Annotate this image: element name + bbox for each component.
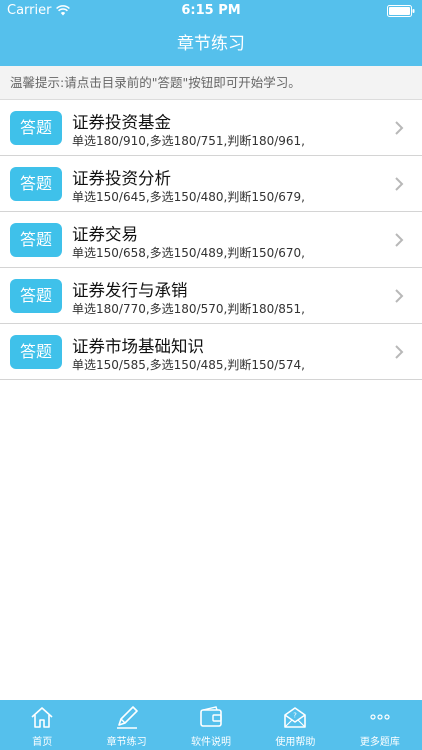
chapter-row[interactable]: 答题 证券交易 单选150/658,多选150/489,判断150/670, — [0, 212, 422, 268]
tab-label: 软件说明 — [191, 737, 232, 748]
svg-text:?: ? — [294, 712, 298, 720]
top-bar: Carrier 6:15 PM 章节练习 — [0, 0, 422, 66]
app-screen: Carrier 6:15 PM 章节练习 温馨提示:请点击目录前的"答题"按钮即… — [0, 0, 422, 750]
tab-chapter-practice[interactable]: 章节练习 — [84, 700, 168, 750]
page-title: 章节练习 — [177, 34, 245, 54]
chapter-row[interactable]: 答题 证券市场基础知识 单选150/585,多选150/485,判断150/57… — [0, 324, 422, 380]
chapter-list: 答题 证券投资基金 单选180/910,多选180/751,判断180/961,… — [0, 100, 422, 380]
pencil-icon — [116, 706, 138, 729]
status-time: 6:15 PM — [181, 3, 241, 18]
answer-button[interactable]: 答题 — [10, 111, 62, 145]
battery-icon — [387, 5, 415, 17]
chapter-title: 证券投资基金 — [72, 113, 171, 132]
chapter-row[interactable]: 答题 证券投资分析 单选150/645,多选150/480,判断150/679, — [0, 156, 422, 212]
status-bar: Carrier 6:15 PM — [0, 0, 422, 22]
help-envelope-icon: ? — [284, 707, 307, 728]
chapter-title: 证券交易 — [72, 225, 138, 244]
tab-label: 使用帮助 — [275, 737, 316, 748]
hint-text: 温馨提示:请点击目录前的"答题"按钮即可开始学习。 — [0, 66, 422, 100]
wallet-icon — [200, 706, 222, 727]
tab-help[interactable]: ? 使用帮助 — [253, 700, 337, 750]
chapter-title: 证券投资分析 — [72, 169, 171, 188]
chapter-title: 证券发行与承销 — [72, 281, 188, 300]
chevron-right-icon — [395, 177, 404, 191]
tab-label: 更多题库 — [359, 737, 400, 748]
chapter-summary: 单选180/910,多选180/751,判断180/961, — [72, 134, 305, 148]
chapter-summary: 单选150/658,多选150/489,判断150/670, — [72, 246, 305, 260]
answer-button[interactable]: 答题 — [10, 223, 62, 257]
tab-home[interactable]: 首页 — [0, 700, 84, 750]
chapter-row[interactable]: 答题 证券发行与承销 单选180/770,多选180/570,判断180/851… — [0, 268, 422, 324]
chapter-title: 证券市场基础知识 — [72, 337, 204, 356]
tab-more-banks[interactable]: 更多题库 — [338, 700, 422, 750]
chapter-summary: 单选180/770,多选180/570,判断180/851, — [72, 302, 305, 316]
chevron-right-icon — [395, 345, 404, 359]
answer-button[interactable]: 答题 — [10, 167, 62, 201]
more-icon — [370, 714, 390, 720]
chevron-right-icon — [395, 289, 404, 303]
chevron-right-icon — [395, 121, 404, 135]
tab-software-info[interactable]: 软件说明 — [169, 700, 253, 750]
chevron-right-icon — [395, 233, 404, 247]
answer-button[interactable]: 答题 — [10, 279, 62, 313]
chapter-summary: 单选150/585,多选150/485,判断150/574, — [72, 358, 305, 372]
home-icon — [31, 707, 53, 728]
answer-button[interactable]: 答题 — [10, 335, 62, 369]
tab-label: 章节练习 — [106, 737, 147, 748]
tab-bar: 首页 章节练习 软件说明 ? 使用帮助 更多题库 — [0, 700, 422, 750]
chapter-summary: 单选150/645,多选150/480,判断150/679, — [72, 190, 305, 204]
tab-label: 首页 — [32, 737, 53, 748]
chapter-row[interactable]: 答题 证券投资基金 单选180/910,多选180/751,判断180/961, — [0, 100, 422, 156]
